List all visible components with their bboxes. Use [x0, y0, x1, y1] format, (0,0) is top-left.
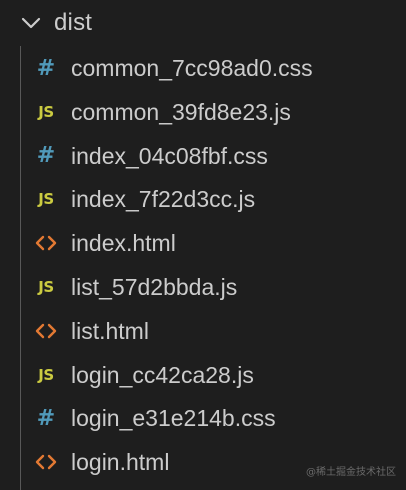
- folder-label: dist: [54, 9, 93, 36]
- file-item-login-e31e214b-css[interactable]: # login_e31e214b.css: [0, 396, 406, 440]
- file-label: common_7cc98ad0.css: [71, 55, 313, 81]
- file-label: login_e31e214b.css: [71, 405, 276, 432]
- js-file-icon: JS: [38, 277, 54, 296]
- file-label: index.html: [71, 230, 176, 257]
- file-label: list_57d2bbda.js: [71, 273, 238, 300]
- css-file-icon: #: [36, 143, 56, 169]
- css-file-icon: #: [36, 405, 56, 431]
- file-label: index_04c08fbf.css: [71, 142, 268, 169]
- file-item-common-39fd8e23-js[interactable]: JS common_39fd8e23.js: [0, 90, 406, 134]
- file-item-index-7f22d3cc-js[interactable]: JS index_7f22d3cc.js: [0, 177, 406, 221]
- file-item-list-57d2bbda-js[interactable]: JS list_57d2bbda.js: [0, 265, 406, 309]
- html-file-icon: [34, 230, 58, 256]
- js-file-icon: JS: [38, 190, 54, 209]
- file-item-index-04c08fbf-css[interactable]: # index_04c08fbf.css: [0, 134, 406, 178]
- file-label: login_cc42ca28.js: [71, 361, 254, 388]
- file-label: list.html: [71, 317, 149, 344]
- file-label: login.html: [71, 449, 170, 476]
- css-file-icon: #: [36, 55, 56, 81]
- file-item-list-html[interactable]: list.html: [0, 309, 406, 353]
- file-label: index_7f22d3cc.js: [71, 186, 256, 213]
- file-list: # common_7cc98ad0.css JS common_39fd8e23.js…: [0, 46, 406, 484]
- js-file-icon: JS: [38, 365, 54, 384]
- file-explorer: dist # common_7cc98ad0.css JS common_39fd8e…: [0, 0, 406, 490]
- file-item-common-7cc98ad0-css[interactable]: # common_7cc98ad0.css: [0, 46, 406, 90]
- file-item-index-html[interactable]: index.html: [0, 221, 406, 265]
- js-file-icon: JS: [38, 102, 54, 121]
- chevron-down-icon[interactable]: [20, 12, 42, 34]
- file-label: common_39fd8e23.js: [71, 98, 291, 125]
- file-item-login-cc42ca28-js[interactable]: JS login_cc42ca28.js: [0, 353, 406, 397]
- html-file-icon: [34, 318, 58, 344]
- html-file-icon: [34, 449, 58, 475]
- folder-dist[interactable]: dist: [0, 0, 406, 46]
- watermark: @稀土掘金技术社区: [306, 467, 396, 478]
